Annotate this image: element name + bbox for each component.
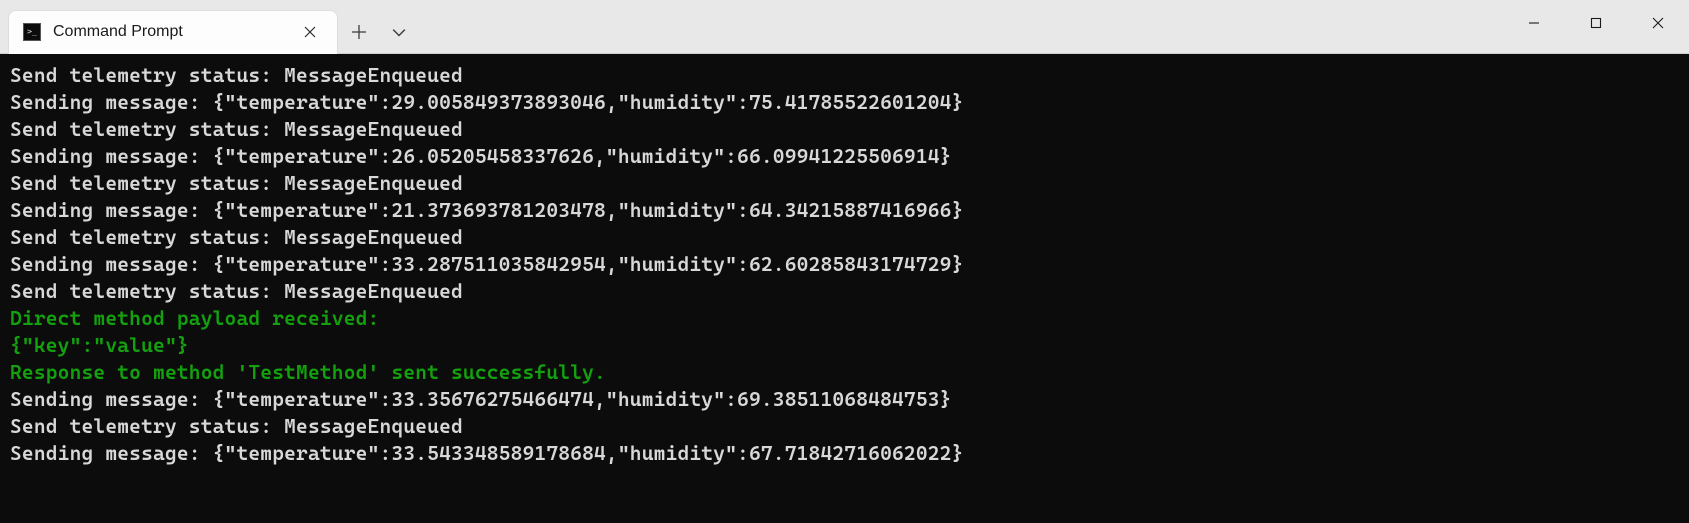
terminal-output[interactable]: Send telemetry status: MessageEnqueuedSe…: [0, 54, 1689, 523]
tab-dropdown-button[interactable]: [378, 10, 420, 54]
terminal-line: Sending message: {"temperature":21.37369…: [10, 197, 1679, 224]
cmd-icon: [23, 23, 41, 41]
terminal-line: {"key":"value"}: [10, 332, 1679, 359]
minimize-icon: [1528, 17, 1540, 29]
maximize-button[interactable]: [1565, 0, 1627, 46]
terminal-line: Sending message: {"temperature":33.28751…: [10, 251, 1679, 278]
close-tab-button[interactable]: [297, 19, 323, 45]
terminal-line: Send telemetry status: MessageEnqueued: [10, 413, 1679, 440]
terminal-line: Send telemetry status: MessageEnqueued: [10, 224, 1679, 251]
minimize-button[interactable]: [1503, 0, 1565, 46]
terminal-line: Sending message: {"temperature":26.05205…: [10, 143, 1679, 170]
tab-active[interactable]: Command Prompt: [8, 10, 338, 54]
terminal-line: Response to method 'TestMethod' sent suc…: [10, 359, 1679, 386]
chevron-down-icon: [392, 25, 406, 39]
tab-title: Command Prompt: [53, 23, 297, 41]
terminal-line: Sending message: {"temperature":29.00584…: [10, 89, 1679, 116]
terminal-line: Send telemetry status: MessageEnqueued: [10, 62, 1679, 89]
titlebar: Command Prompt: [0, 0, 1689, 54]
terminal-line: Direct method payload received:: [10, 305, 1679, 332]
terminal-line: Send telemetry status: MessageEnqueued: [10, 278, 1679, 305]
terminal-line: Send telemetry status: MessageEnqueued: [10, 170, 1679, 197]
terminal-line: Sending message: {"temperature":33.54334…: [10, 440, 1679, 467]
close-window-button[interactable]: [1627, 0, 1689, 46]
terminal-line: Send telemetry status: MessageEnqueued: [10, 116, 1679, 143]
terminal-line: Sending message: {"temperature":33.35676…: [10, 386, 1679, 413]
new-tab-button[interactable]: [338, 10, 380, 54]
close-icon: [304, 26, 316, 38]
plus-icon: [352, 25, 366, 39]
close-icon: [1652, 17, 1664, 29]
maximize-icon: [1590, 17, 1602, 29]
window-controls: [1503, 0, 1689, 46]
